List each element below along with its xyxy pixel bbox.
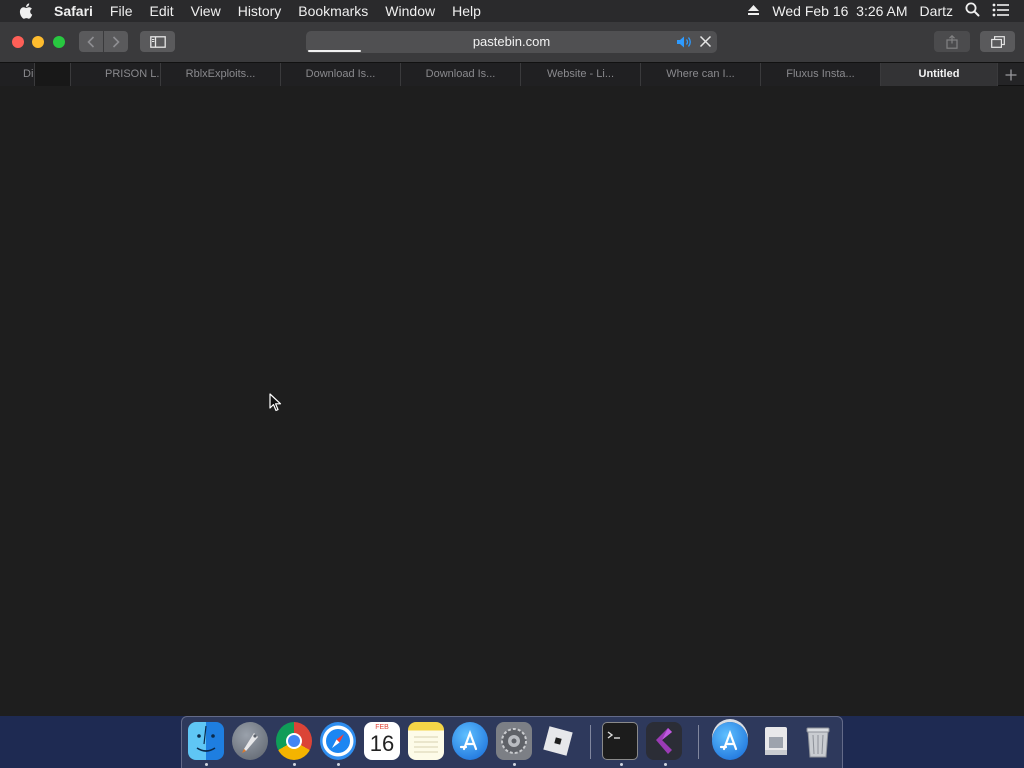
share-button[interactable]	[934, 31, 970, 52]
safari-window: pastebin.com Di PRISON L... RblxExploits…	[0, 22, 1024, 716]
tab-2[interactable]: RblxExploits...	[161, 63, 281, 86]
menu-help[interactable]: Help	[444, 3, 490, 19]
finder-icon[interactable]	[188, 722, 224, 760]
eject-icon[interactable]	[747, 3, 760, 19]
sidebar-icon	[149, 35, 166, 48]
tab-label: PRISON L...	[105, 68, 161, 80]
menu-file[interactable]: File	[101, 3, 141, 19]
tab-label: Download Is...	[425, 68, 496, 80]
back-button[interactable]	[79, 31, 103, 52]
tab-5[interactable]: Website - Li...	[521, 63, 641, 86]
stop-loading-icon[interactable]	[699, 35, 712, 53]
zoom-window-button[interactable]	[53, 36, 65, 48]
calendar-icon[interactable]: FEB 16	[364, 722, 400, 760]
tab-1[interactable]: PRISON L...	[71, 63, 161, 86]
running-indicator	[205, 763, 208, 766]
tab-label: Download Is...	[305, 68, 376, 80]
roblox-icon[interactable]	[540, 722, 576, 760]
notes-icon[interactable]	[408, 722, 444, 760]
chevron-right-icon	[112, 35, 120, 48]
app-store-2-icon[interactable]	[712, 722, 748, 760]
page-load-progress	[308, 50, 361, 52]
menu-app-name[interactable]: Safari	[54, 3, 101, 19]
running-indicator	[293, 763, 296, 766]
toolbar: pastebin.com	[0, 22, 1024, 62]
tab-label: Di	[23, 68, 34, 80]
dock-separator	[698, 725, 699, 759]
url-text[interactable]: pastebin.com	[306, 34, 717, 49]
mouse-pointer-icon	[269, 393, 282, 417]
tab-7[interactable]: Fluxus Insta...	[761, 63, 881, 86]
tab-label: Website - Li...	[546, 68, 615, 80]
chrome-icon[interactable]	[276, 722, 312, 760]
speaker-audio-icon[interactable]	[676, 35, 693, 54]
tab-pinned[interactable]	[35, 63, 71, 86]
dock: FEB 16	[181, 716, 843, 768]
tab-label: Fluxus Insta...	[786, 68, 855, 80]
tab-overview-icon	[990, 35, 1005, 48]
menu-bookmarks[interactable]: Bookmarks	[290, 3, 377, 19]
terminal-icon[interactable]	[602, 722, 638, 760]
running-indicator	[620, 763, 623, 766]
tab-0[interactable]: Di	[0, 63, 35, 86]
tab-label: RblxExploits...	[185, 68, 256, 80]
menu-view[interactable]: View	[182, 3, 229, 19]
safari-icon[interactable]	[320, 722, 356, 760]
running-indicator	[664, 763, 667, 766]
menu-window[interactable]: Window	[377, 3, 444, 19]
dock-separator	[590, 725, 591, 759]
menu-history[interactable]: History	[229, 3, 290, 19]
tab-6[interactable]: Where can I...	[641, 63, 761, 86]
new-tab-button[interactable]	[997, 63, 1024, 86]
sidebar-toggle-button[interactable]	[140, 31, 175, 52]
forward-button[interactable]	[104, 31, 128, 52]
spotlight-search-icon[interactable]	[965, 2, 980, 20]
close-window-button[interactable]	[12, 36, 24, 48]
running-indicator	[337, 763, 340, 766]
calendar-day: 16	[369, 731, 395, 756]
apple-menu-icon[interactable]	[18, 2, 36, 20]
tab-3[interactable]: Download Is...	[281, 63, 401, 86]
minimize-window-button[interactable]	[32, 36, 44, 48]
trash-icon[interactable]	[800, 722, 836, 760]
calendar-month: FEB	[375, 724, 389, 731]
visual-studio-icon[interactable]	[646, 722, 682, 760]
tab-label: Untitled	[918, 68, 960, 80]
menu-edit[interactable]: Edit	[141, 3, 182, 19]
chevron-left-icon	[87, 35, 95, 48]
tab-4[interactable]: Download Is...	[401, 63, 521, 86]
tab-label: Where can I...	[666, 68, 735, 80]
plus-icon	[1005, 69, 1017, 80]
launchpad-icon[interactable]	[232, 722, 268, 760]
tab-bar: Di PRISON L... RblxExploits... Download …	[0, 62, 1024, 86]
show-all-tabs-button[interactable]	[980, 31, 1015, 52]
system-preferences-icon[interactable]	[496, 722, 532, 760]
web-content[interactable]	[0, 86, 1024, 716]
menubar-user[interactable]: Dartz	[920, 3, 953, 19]
notification-center-icon[interactable]	[992, 3, 1010, 20]
address-bar[interactable]: pastebin.com	[306, 31, 717, 53]
menu-bar: Safari File Edit View History Bookmarks …	[0, 0, 1024, 22]
running-indicator	[513, 763, 516, 766]
preview-document-icon[interactable]	[758, 722, 794, 760]
menubar-clock[interactable]: Wed Feb 16 3:26 AM	[772, 3, 907, 19]
tab-8-active[interactable]: Untitled	[881, 63, 998, 86]
share-icon	[946, 34, 958, 49]
app-store-icon[interactable]	[452, 722, 488, 760]
